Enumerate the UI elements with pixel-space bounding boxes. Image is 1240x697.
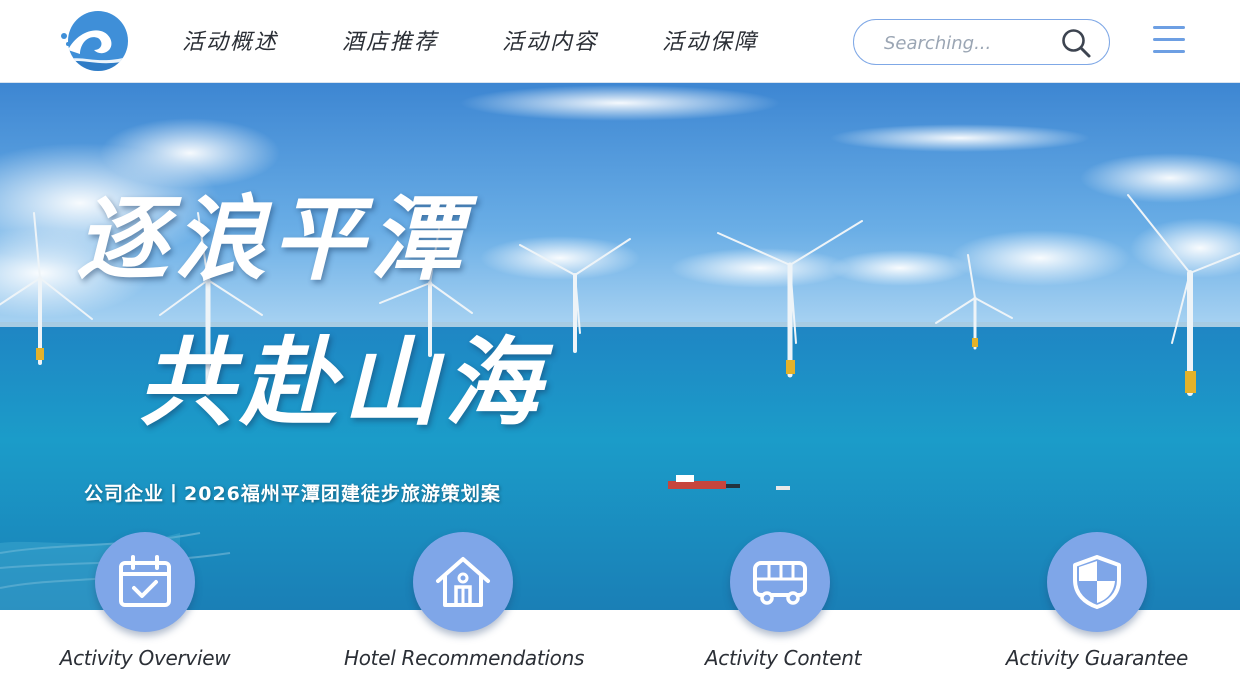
nav-item-activity-overview[interactable]: 活动概述: [182, 27, 278, 59]
search-icon[interactable]: [1060, 27, 1092, 59]
feature-label[interactable]: Activity Guarantee: [977, 646, 1217, 670]
feature-label[interactable]: Activity Content: [663, 646, 903, 670]
feature-label[interactable]: Activity Overview: [25, 646, 265, 670]
feature-circle[interactable]: [1047, 532, 1147, 632]
nav-item-activity-content[interactable]: 活动内容: [502, 27, 598, 59]
nav-item-activity-guarantee[interactable]: 活动保障: [662, 27, 758, 59]
wave-logo-icon[interactable]: [58, 10, 132, 72]
feature-activity-overview[interactable]: Activity Overview: [25, 532, 265, 692]
site-header: 活动概述 酒店推荐 活动内容 活动保障: [0, 0, 1240, 83]
hero-title-line2: 共赴山海: [138, 326, 546, 439]
hero-subtitle: 公司企业丨2026福州平潭团建徒步旅游策划案: [84, 483, 501, 505]
hamburger-menu-icon[interactable]: [1153, 26, 1185, 56]
search-input[interactable]: [884, 29, 1054, 57]
feature-circle[interactable]: [413, 532, 513, 632]
calendar-check-icon: [119, 555, 171, 607]
feature-activity-guarantee[interactable]: Activity Guarantee: [977, 532, 1217, 692]
feature-label[interactable]: Hotel Recommendations: [344, 646, 584, 670]
hero-banner: 逐浪平潭 共赴山海 公司企业丨2026福州平潭团建徒步旅游策划案: [0, 83, 1240, 610]
feature-circle[interactable]: [95, 532, 195, 632]
feature-hotel-recommendations[interactable]: Hotel Recommendations: [344, 532, 584, 692]
search-box: [853, 19, 1110, 65]
hero-title-line1: 逐浪平潭: [76, 185, 469, 293]
feature-circle[interactable]: [730, 532, 830, 632]
main-nav: 活动概述 酒店推荐 活动内容 活动保障: [182, 27, 822, 59]
nav-item-hotel-recommendations[interactable]: 酒店推荐: [342, 27, 438, 59]
house-icon: [436, 557, 490, 607]
shield-icon: [1073, 555, 1121, 609]
bus-icon: [753, 561, 807, 605]
feature-activity-content[interactable]: Activity Content: [663, 532, 903, 692]
